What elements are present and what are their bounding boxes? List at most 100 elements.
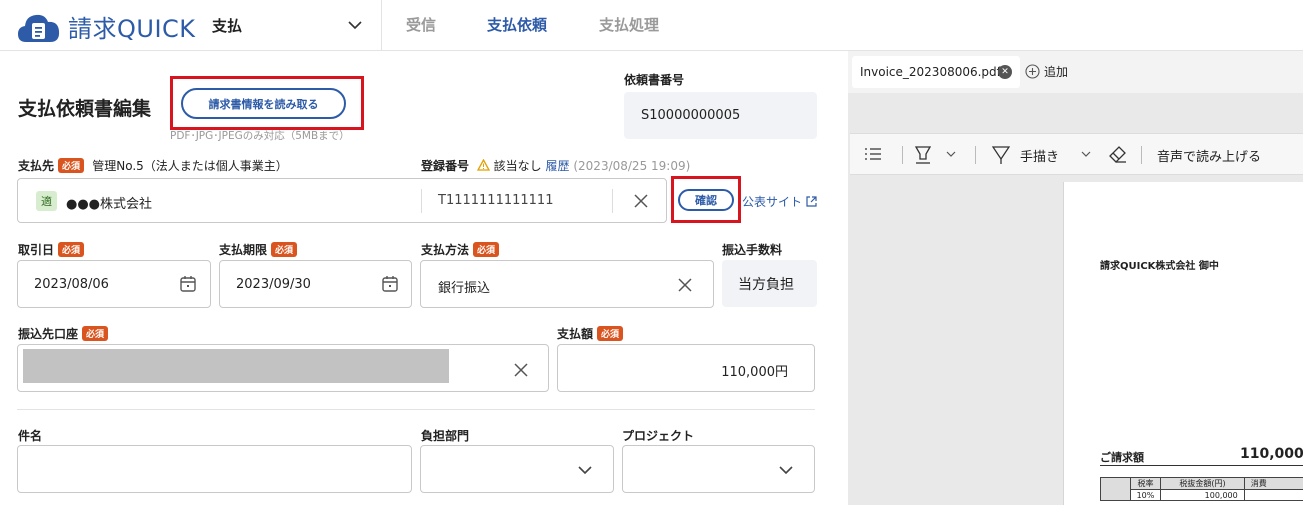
payee-name: ●●●株式会社 bbox=[66, 197, 153, 212]
fee-label: 振込手数料 bbox=[722, 243, 783, 257]
due-date-label: 支払期限 必須 bbox=[219, 241, 298, 258]
table-cell bbox=[1100, 477, 1131, 501]
due-date-label-text: 支払期限 bbox=[219, 243, 268, 257]
fee-field: 当方負担 bbox=[722, 260, 817, 307]
highlight-confirm-button bbox=[671, 176, 741, 223]
amount-label: 支払額 必須 bbox=[557, 325, 624, 342]
due-date-input[interactable]: 2023/09/30 bbox=[219, 260, 412, 308]
public-site-text: 公表サイト bbox=[742, 195, 803, 209]
payee-label-text: 支払先 bbox=[18, 159, 55, 173]
trade-date-label-text: 取引日 bbox=[18, 243, 55, 257]
method-label-text: 支払方法 bbox=[421, 243, 470, 257]
due-date-value: 2023/09/30 bbox=[236, 277, 311, 292]
trade-date-label: 取引日 必須 bbox=[18, 241, 85, 258]
required-badge: 必須 bbox=[597, 326, 624, 341]
fee-value: 当方負担 bbox=[738, 277, 794, 293]
trade-date-input[interactable]: 2023/08/06 bbox=[17, 260, 211, 308]
account-label-text: 振込先口座 bbox=[18, 327, 79, 341]
table-cell: 10% bbox=[1129, 489, 1162, 501]
doc-amount-label: ご請求額 bbox=[1100, 451, 1144, 464]
read-aloud-button[interactable]: 音声で読み上げる bbox=[1157, 146, 1261, 165]
external-link-icon bbox=[806, 196, 817, 207]
request-no-value: S10000000005 bbox=[641, 108, 741, 123]
draw-icon[interactable] bbox=[992, 145, 1010, 165]
project-select[interactable] bbox=[622, 445, 815, 493]
doc-amount-value: 110,000 bbox=[1240, 446, 1303, 462]
doc-addressee: 請求QUICK株式会社 御中 bbox=[1100, 261, 1219, 272]
registration-status: 該当なし bbox=[493, 159, 542, 173]
dept-select[interactable] bbox=[420, 445, 614, 493]
toolbar-divider bbox=[902, 146, 903, 164]
handwrite-label[interactable]: 手描き bbox=[1020, 146, 1059, 165]
toolbar-divider bbox=[1141, 146, 1142, 164]
qualified-badge: 適 bbox=[36, 191, 57, 211]
section-divider bbox=[17, 409, 815, 410]
page-title: 支払依頼書編集 bbox=[18, 98, 152, 120]
method-label: 支払方法 必須 bbox=[421, 241, 500, 258]
table-header: 税抜金額(円) bbox=[1160, 477, 1245, 490]
dept-label: 負担部門 bbox=[421, 429, 470, 443]
required-badge: 必須 bbox=[58, 242, 85, 257]
doc-tax-table-wrap: 税率 税抜金額(円) 消費 10% 100,000 bbox=[1100, 477, 1303, 507]
field-divider-2 bbox=[612, 189, 613, 213]
amount-input[interactable]: 110,000円 bbox=[557, 344, 815, 392]
account-label: 振込先口座 必須 bbox=[18, 325, 109, 342]
redacted-account bbox=[23, 349, 449, 383]
method-select[interactable]: 銀行振込 bbox=[420, 260, 714, 308]
field-divider bbox=[421, 189, 422, 213]
subject-label: 件名 bbox=[18, 429, 43, 443]
trade-date-value: 2023/08/06 bbox=[34, 277, 109, 292]
request-no-field: S10000000005 bbox=[624, 92, 817, 139]
clear-icon[interactable] bbox=[514, 363, 528, 377]
close-icon[interactable]: ✕ bbox=[998, 65, 1012, 79]
module-select[interactable]: 支払 bbox=[212, 12, 362, 38]
toc-icon[interactable] bbox=[864, 148, 882, 160]
app-logo[interactable]: 請求QUICK bbox=[16, 9, 196, 44]
highlighter-icon[interactable] bbox=[914, 145, 932, 165]
cloud-doc-icon bbox=[18, 14, 60, 42]
file-tab[interactable]: Invoice_202308006.pdf ✕ bbox=[852, 56, 1020, 88]
required-badge: 必須 bbox=[473, 242, 500, 257]
payee-label: 支払先 必須 管理No.5（法人または個人事業主） bbox=[18, 157, 288, 174]
highlight-read-button bbox=[170, 76, 364, 130]
registration-history-link[interactable]: 履歴 bbox=[546, 159, 570, 173]
toolbar-divider bbox=[975, 146, 976, 164]
calendar-icon[interactable] bbox=[179, 275, 197, 293]
chevron-down-icon[interactable] bbox=[946, 151, 956, 158]
pdf-toolbar: 手描き 音声で読み上げる bbox=[850, 133, 1303, 175]
table-cell: 100,000 bbox=[1160, 489, 1245, 501]
clear-icon[interactable] bbox=[634, 194, 648, 208]
payee-mgmt-no: 管理No.5（法人または個人事業主） bbox=[92, 159, 288, 173]
tab-receive[interactable]: 受信 bbox=[406, 14, 436, 35]
payee-field[interactable]: 適 ●●●株式会社 T1111111111111 bbox=[17, 178, 667, 223]
request-no-label: 依頼書番号 bbox=[624, 73, 685, 87]
table-cell bbox=[1243, 489, 1303, 501]
pdf-page: 請求QUICK株式会社 御中 ご請求額 110,000 税率 税抜金額(円) 消… bbox=[1063, 182, 1303, 505]
table-header: 税率 bbox=[1129, 477, 1162, 490]
chevron-down-icon[interactable] bbox=[1081, 151, 1091, 158]
registration-number: T1111111111111 bbox=[438, 193, 554, 208]
amount-value: 110,000円 bbox=[721, 365, 788, 380]
amount-label-text: 支払額 bbox=[557, 327, 594, 341]
required-badge: 必須 bbox=[271, 242, 298, 257]
chevron-down-icon bbox=[348, 21, 362, 30]
eraser-icon[interactable] bbox=[1109, 146, 1127, 164]
account-select[interactable] bbox=[17, 344, 549, 392]
tab-payment-process[interactable]: 支払処理 bbox=[599, 14, 659, 35]
file-tab-name: Invoice_202308006.pdf bbox=[860, 65, 1001, 79]
registration-label: 登録番号 該当なし 履歴 (2023/08/25 19:09) bbox=[421, 157, 690, 174]
plus-circle-icon bbox=[1025, 64, 1040, 79]
public-site-link[interactable]: 公表サイト bbox=[742, 193, 817, 210]
project-label: プロジェクト bbox=[622, 429, 695, 443]
add-file-button[interactable]: 追加 bbox=[1025, 63, 1068, 80]
table-header: 消費 bbox=[1243, 477, 1303, 490]
app-name: 請求QUICK bbox=[68, 15, 196, 43]
top-bar: 請求QUICK 支払 受信 支払依頼 支払処理 bbox=[0, 0, 1303, 51]
subject-input[interactable] bbox=[17, 445, 412, 493]
calendar-icon[interactable] bbox=[381, 275, 399, 293]
add-file-label: 追加 bbox=[1044, 65, 1069, 79]
clear-icon[interactable] bbox=[678, 278, 692, 292]
tab-payment-request[interactable]: 支払依頼 bbox=[487, 14, 547, 35]
warning-icon bbox=[476, 158, 490, 171]
doc-amount-underline bbox=[1100, 465, 1303, 466]
